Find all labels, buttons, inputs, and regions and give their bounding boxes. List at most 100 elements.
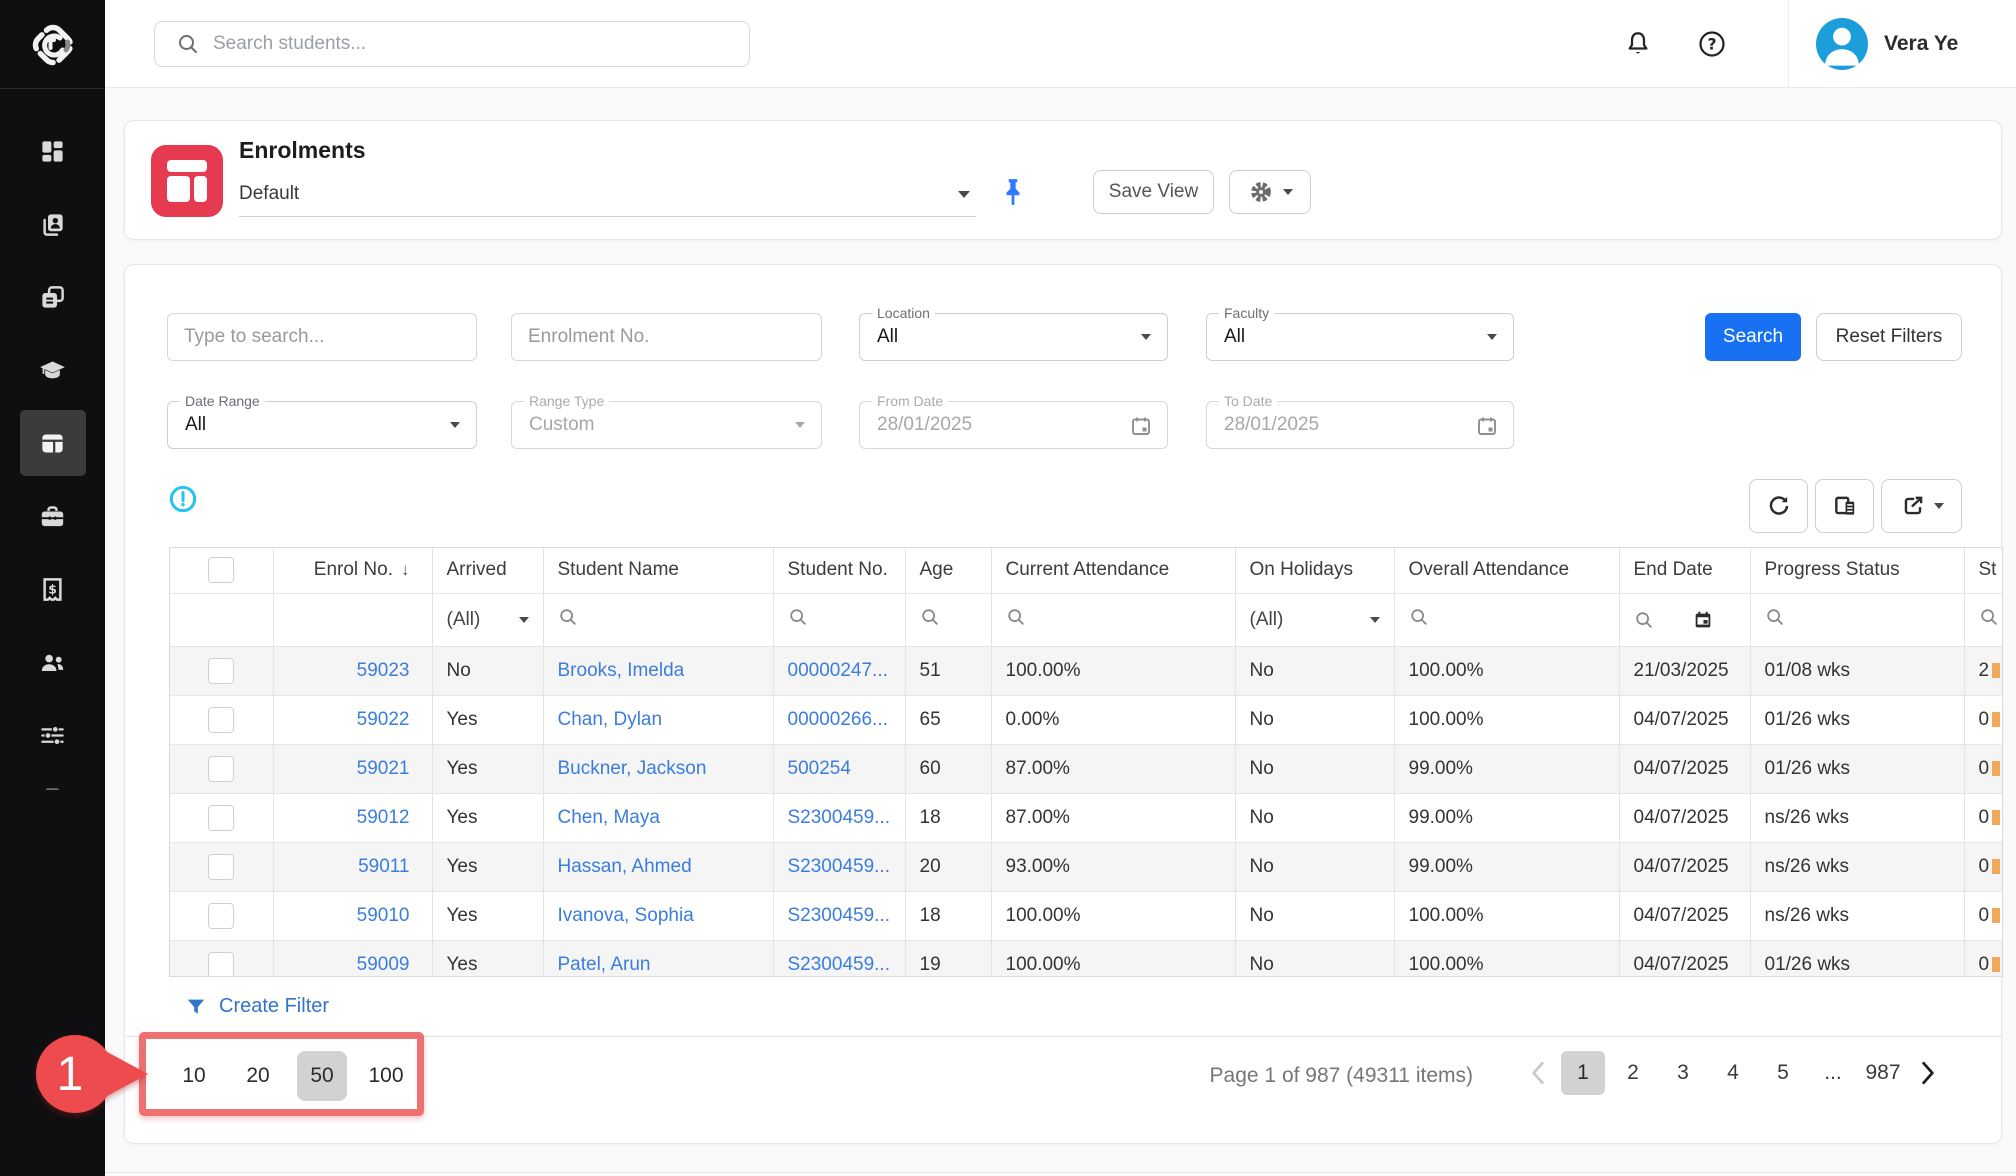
filter-cell-on-holidays[interactable]: (All)	[1235, 593, 1394, 646]
sidebar-item-invoices[interactable]: $	[20, 553, 86, 626]
view-settings-button[interactable]	[1229, 170, 1311, 214]
enrolment-no-input[interactable]	[511, 313, 822, 361]
sidebar-item-documents[interactable]	[20, 261, 86, 334]
save-view-button[interactable]: Save View	[1093, 170, 1214, 214]
student-no-link[interactable]: 00000266...	[788, 709, 888, 730]
sidebar-item-more[interactable]	[20, 772, 86, 790]
filter-cell-enrol-no[interactable]	[273, 593, 432, 646]
to-date-field[interactable]: To Date 28/01/2025	[1206, 401, 1514, 449]
student-name-link[interactable]: Hassan, Ahmed	[558, 856, 692, 877]
filter-cell-start[interactable]	[1964, 593, 2003, 646]
column-header-age[interactable]: Age	[905, 548, 991, 593]
create-filter-link[interactable]: Create Filter	[185, 995, 329, 1018]
previous-page-button[interactable]	[1521, 1051, 1555, 1095]
column-header-select[interactable]	[170, 548, 273, 593]
refresh-button[interactable]	[1749, 479, 1808, 533]
student-no-link[interactable]: S2300459...	[788, 807, 890, 828]
row-checkbox[interactable]	[208, 756, 234, 782]
column-header-on-holidays[interactable]: On Holidays	[1235, 548, 1394, 593]
sidebar-item-academics[interactable]	[20, 334, 86, 407]
student-no-link[interactable]: 00000247...	[788, 660, 888, 681]
column-header-progress-status[interactable]: Progress Status	[1750, 548, 1964, 593]
filter-cell-current-attendance[interactable]	[991, 593, 1235, 646]
sidebar-item-enrolments[interactable]	[20, 410, 86, 476]
enrol-no-link[interactable]: 59021	[357, 758, 410, 779]
column-header-overall-attendance[interactable]: Overall Attendance	[1394, 548, 1619, 593]
filter-cell-age[interactable]	[905, 593, 991, 646]
page-size-20[interactable]: 20	[233, 1051, 283, 1101]
info-icon[interactable]	[169, 485, 197, 518]
student-no-link[interactable]: S2300459...	[788, 856, 890, 877]
user-name[interactable]: Vera Ye	[1884, 0, 1958, 88]
row-checkbox[interactable]	[208, 854, 234, 880]
filter-cell-student-no[interactable]	[773, 593, 905, 646]
column-header-arrived[interactable]: Arrived	[432, 548, 543, 593]
student-no-link[interactable]: 500254	[788, 758, 851, 779]
date-range-select[interactable]: Date Range All	[167, 401, 477, 449]
page-size-50[interactable]: 50	[297, 1051, 347, 1101]
enrol-no-link[interactable]: 59010	[357, 905, 410, 926]
row-checkbox[interactable]	[208, 903, 234, 929]
calendar-icon[interactable]	[1129, 414, 1153, 443]
filter-cell-student-name[interactable]	[543, 593, 773, 646]
column-header-current-attendance[interactable]: Current Attendance	[991, 548, 1235, 593]
enrol-no-link[interactable]: 59011	[358, 856, 409, 877]
avatar[interactable]	[1816, 18, 1868, 70]
search-input[interactable]	[213, 33, 693, 55]
filter-cell-progress-status[interactable]	[1750, 593, 1964, 646]
sidebar-item-dashboard[interactable]	[20, 115, 86, 188]
page-2[interactable]: 2	[1611, 1051, 1655, 1095]
filter-cell-overall-attendance[interactable]	[1394, 593, 1619, 646]
filter-cell-end-date[interactable]	[1619, 593, 1750, 646]
help-button[interactable]: ?	[1694, 26, 1730, 62]
from-date-field[interactable]: From Date 28/01/2025	[859, 401, 1168, 449]
column-header-student-name[interactable]: Student Name	[543, 548, 773, 593]
column-chooser-button[interactable]	[1815, 479, 1874, 533]
sidebar-item-contacts[interactable]	[20, 188, 86, 261]
row-checkbox[interactable]	[208, 707, 234, 733]
page-987[interactable]: 987	[1861, 1051, 1905, 1095]
student-no-link[interactable]: S2300459...	[788, 954, 890, 975]
sidebar-item-services[interactable]	[20, 480, 86, 553]
view-selector[interactable]: Default	[239, 173, 976, 217]
app-logo-icon[interactable]	[26, 18, 80, 72]
page-4[interactable]: 4	[1711, 1051, 1755, 1095]
enrol-no-link[interactable]: 59023	[357, 660, 410, 681]
sidebar-item-settings[interactable]	[20, 699, 86, 772]
column-header-end-date[interactable]: End Date	[1619, 548, 1750, 593]
column-header-enrol-no[interactable]: Enrol No.↓	[273, 548, 432, 593]
quick-search-input[interactable]	[167, 313, 477, 361]
export-button[interactable]	[1881, 479, 1962, 533]
location-select[interactable]: Location All	[859, 313, 1168, 361]
column-header-student-no[interactable]: Student No.	[773, 548, 905, 593]
faculty-select[interactable]: Faculty All	[1206, 313, 1514, 361]
student-name-link[interactable]: Brooks, Imelda	[558, 660, 685, 681]
row-checkbox[interactable]	[208, 952, 234, 978]
enrol-no-link[interactable]: 59012	[357, 807, 410, 828]
row-checkbox[interactable]	[208, 658, 234, 684]
student-name-link[interactable]: Patel, Arun	[558, 954, 651, 975]
filter-cell-arrived[interactable]: (All)	[432, 593, 543, 646]
row-checkbox[interactable]	[208, 805, 234, 831]
page-5[interactable]: 5	[1761, 1051, 1805, 1095]
page-3[interactable]: 3	[1661, 1051, 1705, 1095]
page-1[interactable]: 1	[1561, 1051, 1605, 1095]
calendar-icon[interactable]	[1475, 414, 1499, 443]
student-name-link[interactable]: Buckner, Jackson	[558, 758, 707, 779]
select-all-checkbox[interactable]	[208, 557, 234, 583]
student-no-link[interactable]: S2300459...	[788, 905, 890, 926]
range-type-select[interactable]: Range Type Custom	[511, 401, 822, 449]
next-page-button[interactable]	[1911, 1051, 1945, 1095]
student-name-link[interactable]: Ivanova, Sophia	[558, 905, 694, 926]
page-size-10[interactable]: 10	[169, 1051, 219, 1101]
student-name-link[interactable]: Chen, Maya	[558, 807, 660, 828]
reset-filters-button[interactable]: Reset Filters	[1816, 313, 1962, 361]
enrol-no-link[interactable]: 59022	[357, 709, 410, 730]
column-header-start-partial[interactable]: St	[1964, 548, 2003, 593]
sidebar-item-community[interactable]	[20, 626, 86, 699]
search-button[interactable]: Search	[1705, 313, 1801, 361]
pin-view-button[interactable]	[993, 173, 1033, 213]
student-name-link[interactable]: Chan, Dylan	[558, 709, 663, 730]
notifications-button[interactable]	[1620, 26, 1656, 62]
page-size-100[interactable]: 100	[361, 1051, 411, 1101]
